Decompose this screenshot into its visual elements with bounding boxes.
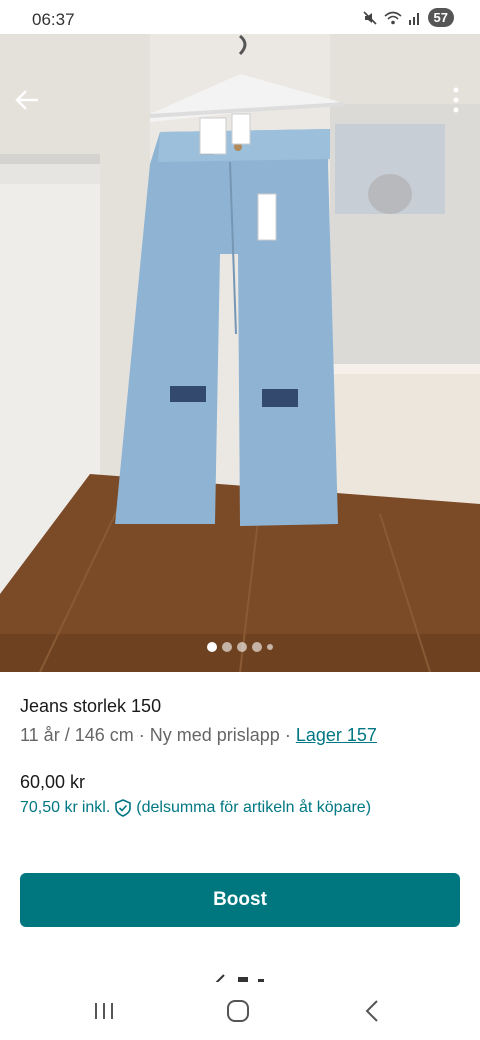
listing-price: 60,00 kr	[20, 772, 86, 792]
carousel-indicator	[0, 642, 480, 652]
meta-separator: ·	[284, 725, 291, 745]
listing-info: Jeans storlek 150 11 år / 146 cm · Ny me…	[0, 672, 480, 817]
listing-size: 11 år / 146 cm	[20, 725, 134, 745]
total-label: inkl.	[81, 799, 111, 816]
carousel-dot[interactable]	[237, 642, 247, 652]
status-time: 06:37	[32, 10, 75, 29]
listing-title: Jeans storlek 150	[20, 696, 162, 716]
total-price: 70,50 kr	[20, 799, 78, 816]
product-photo	[0, 34, 480, 672]
carousel-dot[interactable]	[267, 644, 273, 650]
product-photo-carousel[interactable]	[0, 34, 480, 672]
buyer-total[interactable]: 70,50 kr inkl. (delsumma för artikeln åt…	[20, 799, 460, 817]
back-nav-icon[interactable]	[358, 996, 388, 1026]
recents-icon[interactable]	[89, 996, 119, 1026]
brand-link[interactable]: Lager 157	[296, 725, 377, 745]
carousel-dot-active[interactable]	[207, 642, 217, 652]
next-section-peek	[212, 970, 282, 982]
system-nav-bar	[0, 984, 480, 1040]
carousel-dot[interactable]	[252, 642, 262, 652]
mute-icon	[362, 10, 377, 25]
battery-icon: 57	[427, 8, 454, 27]
home-icon[interactable]	[223, 996, 253, 1026]
edit-icon	[215, 974, 264, 982]
wifi-icon	[384, 11, 402, 24]
carousel-dot[interactable]	[222, 642, 232, 652]
shield-check-icon	[115, 799, 132, 817]
listing-condition: Ny med prislapp	[149, 725, 280, 745]
status-icons: 57	[362, 8, 454, 27]
status-bar: 06:37 57	[0, 0, 480, 34]
signal-icon	[408, 12, 419, 25]
listing-meta: 11 år / 146 cm · Ny med prislapp · Lager…	[20, 725, 460, 746]
boost-button[interactable]: Boost	[20, 873, 460, 927]
meta-separator: ·	[138, 725, 145, 745]
total-note: (delsumma för artikeln åt köpare)	[136, 799, 372, 816]
more-options-icon[interactable]	[446, 84, 466, 116]
back-arrow-icon[interactable]	[12, 84, 44, 116]
